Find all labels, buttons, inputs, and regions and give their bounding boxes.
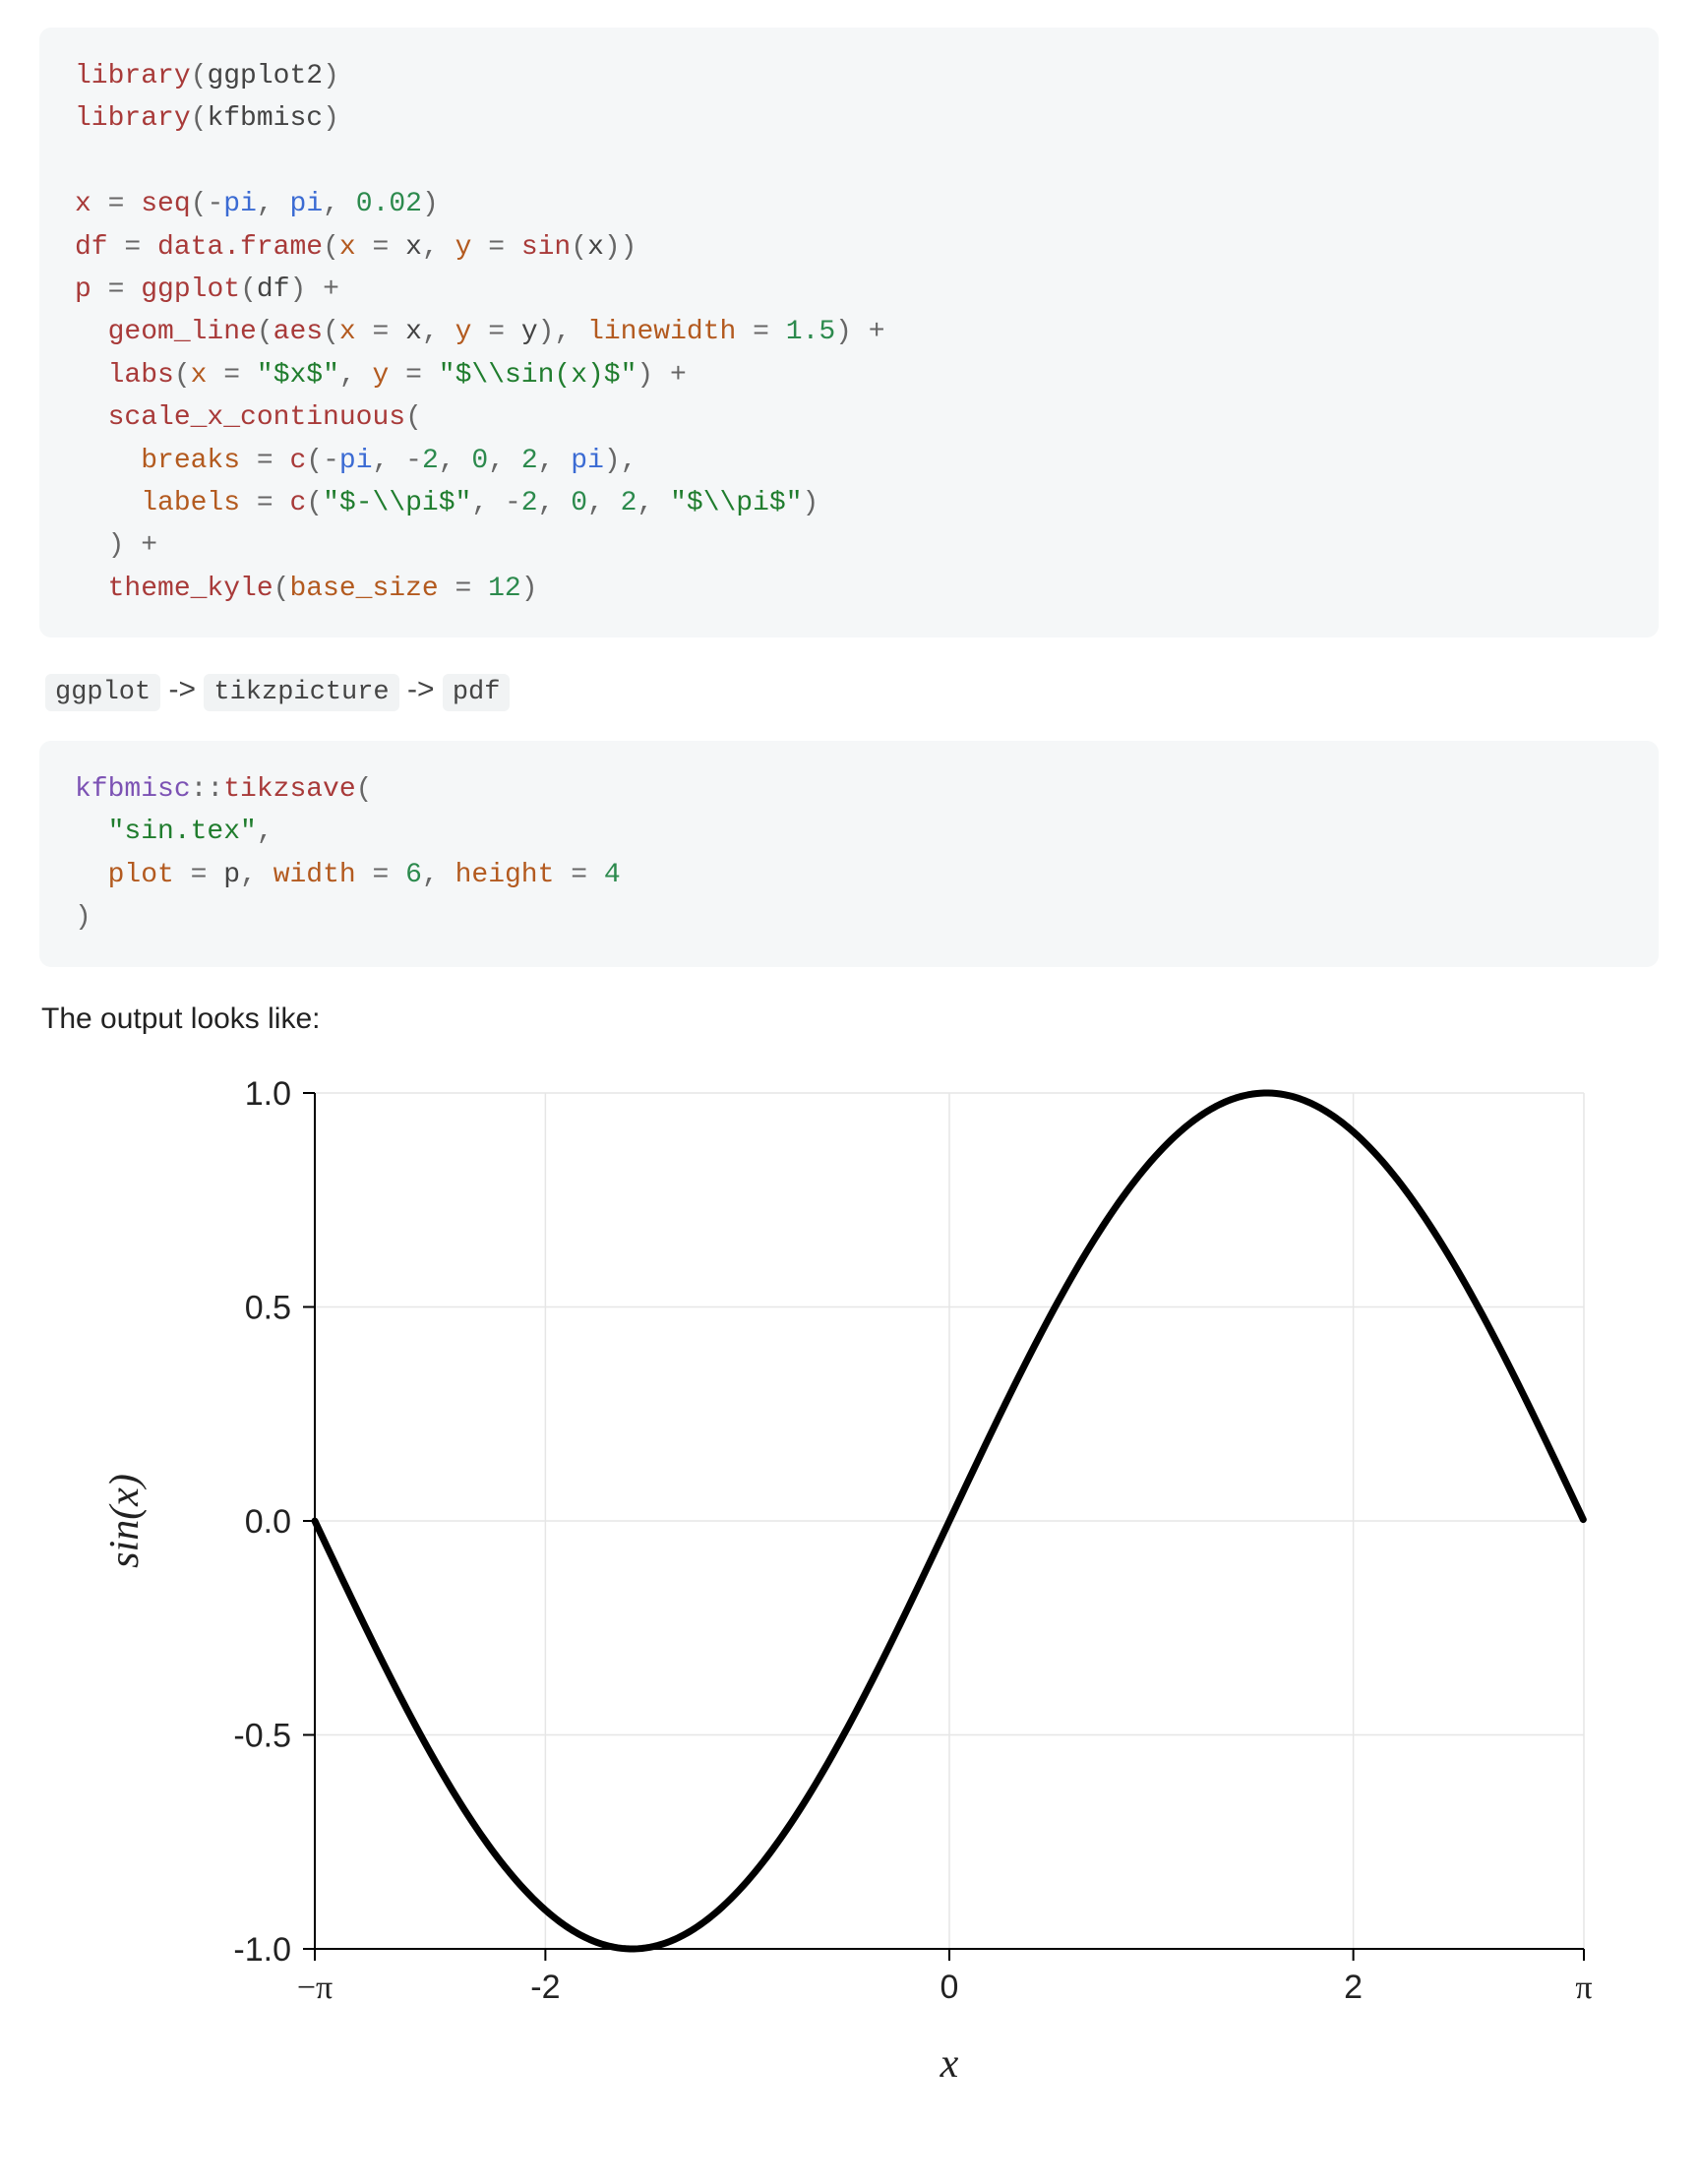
y-tick-label: 0.0 [245, 1503, 291, 1541]
output-caption: The output looks like: [41, 1002, 1659, 1036]
flow-ggplot: ggplot [45, 674, 160, 711]
y-tick-label: -1.0 [233, 1931, 291, 1969]
y-tick-label: 1.0 [245, 1075, 291, 1113]
x-tick-label: 2 [1344, 1969, 1363, 2006]
x-axis-title: x [940, 2041, 959, 2087]
code-block-1: library(ggplot2) library(kfbmisc) x = se… [39, 28, 1659, 637]
y-tick-label: -0.5 [233, 1717, 291, 1754]
flow-arrow-1: -> [160, 673, 204, 705]
chart-container: -1.0 -0.5 0.0 0.5 1.0 −π -2 0 2 π x sin(x) [39, 1063, 1659, 2126]
y-axis-title: sin(x) [102, 1474, 148, 1568]
x-tick-label: π [1575, 1970, 1592, 2006]
sin-chart: -1.0 -0.5 0.0 0.5 1.0 −π -2 0 2 π x sin(x) [39, 1063, 1653, 2126]
code-block-2: kfbmisc::tikzsave( "sin.tex", plot = p, … [39, 741, 1659, 967]
x-tick-label: 0 [940, 1969, 959, 2006]
y-tick-label: 0.5 [245, 1289, 291, 1326]
x-tick-label: −π [297, 1970, 333, 2006]
flow-arrow-2: -> [399, 673, 443, 705]
x-tick-label: -2 [530, 1969, 560, 2006]
flow-pdf: pdf [443, 674, 511, 711]
flow-tikzpicture: tikzpicture [204, 674, 398, 711]
pipeline-flow: ggplot -> tikzpicture -> pdf [45, 673, 1659, 707]
